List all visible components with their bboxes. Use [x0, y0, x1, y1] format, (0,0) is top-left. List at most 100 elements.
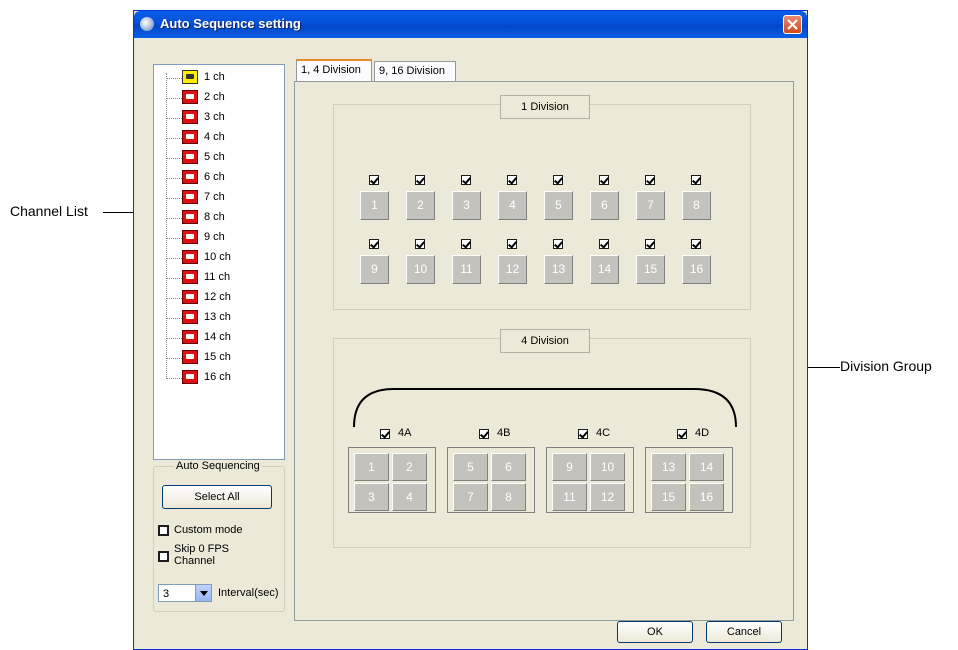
channel-button[interactable]: 13 — [544, 255, 573, 284]
channel-list-item[interactable]: 3 ch — [166, 109, 276, 129]
channel-button[interactable]: 4 — [498, 191, 527, 220]
channel-list-item[interactable]: 1 ch — [166, 69, 276, 89]
camera-icon — [182, 370, 198, 384]
channel-list-item[interactable]: 6 ch — [166, 169, 276, 189]
custom-mode-label: Custom mode — [174, 524, 243, 536]
app-icon — [140, 17, 154, 31]
quad-channel-button[interactable]: 3 — [354, 483, 389, 511]
quad-channel-button[interactable]: 15 — [651, 483, 686, 511]
skip-0fps-checkbox[interactable] — [158, 551, 169, 562]
channel-checkbox[interactable] — [691, 239, 701, 249]
channel-list-item[interactable]: 5 ch — [166, 149, 276, 169]
channel-button[interactable]: 16 — [682, 255, 711, 284]
channel-checkbox[interactable] — [645, 175, 655, 185]
camera-icon — [182, 150, 198, 164]
quad-channel-button[interactable]: 4 — [392, 483, 427, 511]
channel-checkbox[interactable] — [599, 239, 609, 249]
channel-checkbox[interactable] — [461, 239, 471, 249]
interval-select[interactable]: 3 — [158, 584, 212, 602]
channel-checkbox[interactable] — [415, 239, 425, 249]
quad-channel-button[interactable]: 6 — [491, 453, 526, 481]
channel-button[interactable]: 12 — [498, 255, 527, 284]
tree-connector — [166, 338, 182, 339]
chevron-down-icon[interactable] — [195, 585, 211, 601]
channel-label: 15 ch — [204, 351, 231, 363]
tab-1-4-division[interactable]: 1, 4 Division — [296, 59, 372, 82]
interval-value: 3 — [163, 588, 170, 600]
quad-channel-button[interactable]: 1 — [354, 453, 389, 481]
channel-checkbox[interactable] — [645, 239, 655, 249]
tab-9-16-division[interactable]: 9, 16 Division — [374, 61, 456, 81]
quad-channel-button[interactable]: 9 — [552, 453, 587, 481]
channel-list-item[interactable]: 9 ch — [166, 229, 276, 249]
custom-mode-checkbox[interactable] — [158, 525, 169, 536]
skip-0fps-label-line2: Channel — [174, 555, 215, 567]
cancel-button[interactable]: Cancel — [706, 621, 782, 643]
close-button[interactable] — [783, 15, 802, 34]
channel-button[interactable]: 9 — [360, 255, 389, 284]
tree-connector — [166, 158, 182, 159]
quad-channel-button[interactable]: 11 — [552, 483, 587, 511]
channel-button[interactable]: 3 — [452, 191, 481, 220]
channel-list-item[interactable]: 13 ch — [166, 309, 276, 329]
channel-button[interactable]: 11 — [452, 255, 481, 284]
quad-channel-button[interactable]: 5 — [453, 453, 488, 481]
channel-list-item[interactable]: 2 ch — [166, 89, 276, 109]
channel-list-item[interactable]: 14 ch — [166, 329, 276, 349]
channel-label: 5 ch — [204, 151, 225, 163]
channel-label: 2 ch — [204, 91, 225, 103]
close-icon — [787, 19, 798, 30]
channel-list-item[interactable]: 11 ch — [166, 269, 276, 289]
quad-channel-button[interactable]: 16 — [689, 483, 724, 511]
quad-channel-button[interactable]: 10 — [590, 453, 625, 481]
channel-button[interactable]: 2 — [406, 191, 435, 220]
title-bar: Auto Sequence setting — [134, 11, 807, 38]
channel-button[interactable]: 14 — [590, 255, 619, 284]
channel-checkbox[interactable] — [553, 175, 563, 185]
channel-button[interactable]: 5 — [544, 191, 573, 220]
quad-channel-button[interactable]: 14 — [689, 453, 724, 481]
camera-icon — [182, 230, 198, 244]
channel-checkbox[interactable] — [553, 239, 563, 249]
channel-checkbox[interactable] — [599, 175, 609, 185]
channel-list-item[interactable]: 4 ch — [166, 129, 276, 149]
channel-checkbox[interactable] — [507, 239, 517, 249]
select-all-button[interactable]: Select All — [162, 485, 272, 509]
camera-icon — [182, 210, 198, 224]
channel-label: 9 ch — [204, 231, 225, 243]
channel-button[interactable]: 15 — [636, 255, 665, 284]
channel-label: 10 ch — [204, 251, 231, 263]
channel-button[interactable]: 8 — [682, 191, 711, 220]
quad-channel-button[interactable]: 8 — [491, 483, 526, 511]
division-group-checkbox[interactable] — [380, 429, 390, 439]
ok-button[interactable]: OK — [617, 621, 693, 643]
channel-checkbox[interactable] — [461, 175, 471, 185]
tree-connector — [166, 278, 182, 279]
channel-list-item[interactable]: 16 ch — [166, 369, 276, 389]
division-group-checkbox[interactable] — [479, 429, 489, 439]
quad-channel-button[interactable]: 2 — [392, 453, 427, 481]
channel-button[interactable]: 1 — [360, 191, 389, 220]
channel-button[interactable]: 6 — [590, 191, 619, 220]
quad-channel-button[interactable]: 13 — [651, 453, 686, 481]
quad-channel-button[interactable]: 7 — [453, 483, 488, 511]
division-group-checkbox[interactable] — [677, 429, 687, 439]
channel-checkbox[interactable] — [369, 239, 379, 249]
channel-list-item[interactable]: 15 ch — [166, 349, 276, 369]
division-group-checkbox[interactable] — [578, 429, 588, 439]
quad-channel-button[interactable]: 12 — [590, 483, 625, 511]
channel-checkbox[interactable] — [369, 175, 379, 185]
channel-button[interactable]: 10 — [406, 255, 435, 284]
camera-icon — [182, 330, 198, 344]
channel-list-item[interactable]: 8 ch — [166, 209, 276, 229]
channel-checkbox[interactable] — [691, 175, 701, 185]
tree-connector — [166, 138, 182, 139]
channel-checkbox[interactable] — [415, 175, 425, 185]
channel-list[interactable]: 1 ch 2 ch 3 ch 4 ch 5 ch 6 ch 7 ch 8 ch 9 ch 10 c… — [153, 64, 285, 460]
channel-list-item[interactable]: 7 ch — [166, 189, 276, 209]
channel-list-item[interactable]: 12 ch — [166, 289, 276, 309]
channel-list-item[interactable]: 10 ch — [166, 249, 276, 269]
channel-checkbox[interactable] — [507, 175, 517, 185]
tree-connector — [166, 198, 182, 199]
channel-button[interactable]: 7 — [636, 191, 665, 220]
